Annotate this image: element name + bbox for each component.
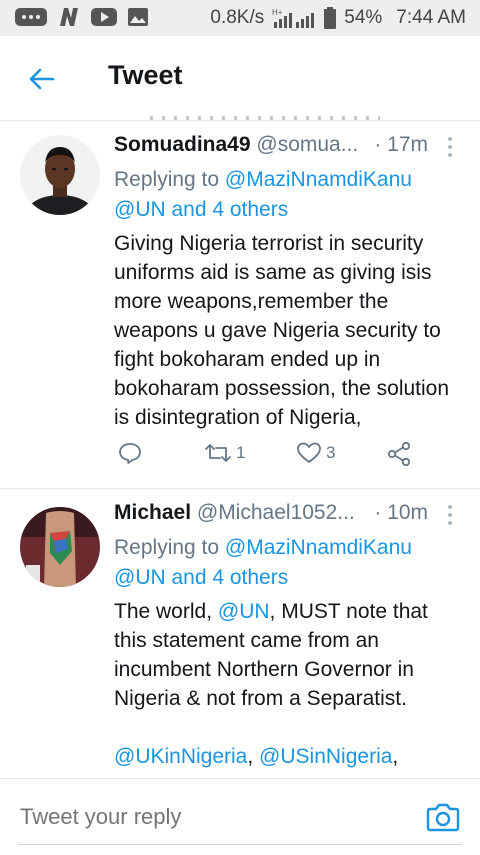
text-segment: , — [247, 745, 260, 768]
previous-tweet-peek — [150, 116, 380, 120]
back-arrow-icon — [29, 68, 55, 90]
status-bar: 0.8K/s H+ 54% 7:44 AM — [0, 0, 480, 36]
reply-input[interactable] — [18, 803, 402, 831]
heart-icon — [297, 442, 321, 463]
mention-link[interactable]: @USinNigeria — [259, 745, 392, 768]
mention-link[interactable]: @MaziNnamdiKanu — [225, 168, 412, 191]
timestamp: · 17m — [374, 133, 428, 156]
text-segment: , — [392, 745, 399, 768]
more-options-button[interactable] — [438, 135, 462, 159]
vertical-dots-icon — [448, 505, 452, 525]
svg-text:H+: H+ — [272, 8, 283, 17]
battery-level: 54% — [344, 7, 383, 28]
display-name[interactable]: Somuadina49 — [114, 133, 251, 156]
share-icon — [387, 441, 411, 467]
youtube-icon — [90, 6, 118, 28]
tweet-text: The world, @UN, MUST note that this stat… — [114, 597, 464, 771]
tweet[interactable]: Somuadina49 @somua... · 17m Replying to … — [0, 121, 480, 489]
mention-link[interactable]: @UKinNigeria — [114, 745, 247, 768]
page-title: Tweet — [108, 60, 183, 90]
signal-icon: H+ — [272, 7, 316, 29]
others-link[interactable]: @UN and 4 others — [114, 198, 288, 221]
back-button[interactable] — [22, 62, 62, 96]
like-button[interactable]: 3 — [296, 441, 335, 465]
tweet-actions: 1 3 — [114, 441, 414, 473]
retweet-button[interactable]: 1 — [204, 441, 245, 465]
like-count: 3 — [326, 443, 336, 462]
replying-label: Replying to — [114, 536, 225, 559]
more-options-button[interactable] — [438, 503, 462, 527]
gallery-icon — [127, 6, 149, 28]
replying-label: Replying to — [114, 168, 225, 191]
reply-composer — [0, 778, 480, 855]
retweet-icon — [205, 444, 231, 462]
others-link[interactable]: @UN and 4 others — [114, 566, 288, 589]
avatar[interactable] — [20, 507, 100, 587]
avatar[interactable] — [20, 135, 100, 215]
reply-icon — [119, 443, 141, 464]
top-bar: Tweet — [0, 36, 480, 121]
clock: 7:44 AM — [396, 7, 466, 28]
user-handle[interactable]: @Michael1052... — [197, 501, 355, 524]
user-handle[interactable]: @somua... — [256, 133, 358, 156]
network-speed: 0.8K/s — [210, 7, 265, 28]
retweet-count: 1 — [236, 443, 246, 462]
camera-icon — [426, 803, 460, 832]
message-icon — [14, 6, 48, 28]
battery-icon — [324, 7, 337, 29]
reply-button[interactable] — [118, 441, 142, 465]
share-button[interactable] — [386, 441, 412, 467]
display-name[interactable]: Michael — [114, 501, 191, 524]
input-underline — [18, 844, 462, 845]
replying-to: Replying to @MaziNnamdiKanu @UN and 4 ot… — [114, 165, 464, 225]
tweet[interactable]: Michael @Michael1052... · 10m Replying t… — [0, 489, 480, 779]
tweet-text: Giving Nigeria terrorist in security uni… — [114, 232, 450, 429]
replying-to: Replying to @MaziNnamdiKanu @UN and 4 ot… — [114, 533, 464, 593]
vertical-dots-icon — [448, 137, 452, 157]
mention-link[interactable]: @MaziNnamdiKanu — [225, 536, 412, 559]
news-app-icon — [57, 6, 81, 28]
camera-button[interactable] — [426, 801, 460, 833]
mention-link[interactable]: @UN — [218, 600, 270, 623]
timestamp: · 10m — [374, 501, 428, 524]
text-segment: The world, — [114, 600, 218, 623]
